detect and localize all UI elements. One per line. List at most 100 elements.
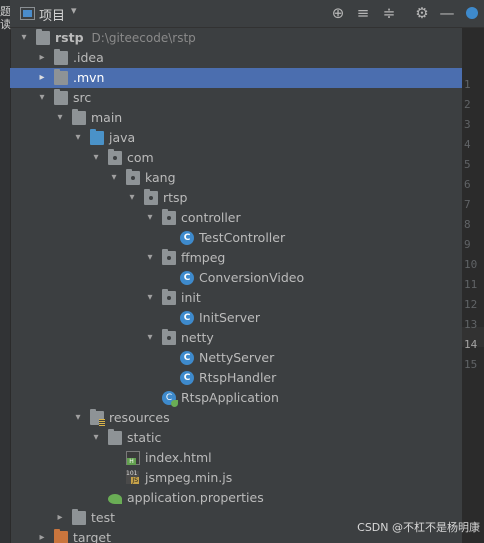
chevron-down-icon[interactable]: ▾ xyxy=(18,28,30,48)
tree-row[interactable]: C TestController xyxy=(10,228,462,248)
tree-row[interactable]: application.properties xyxy=(10,488,462,508)
chevron-down-icon[interactable]: ▾ xyxy=(144,248,156,268)
chevron-down-icon[interactable]: ▾ xyxy=(144,328,156,348)
line-number: 7 xyxy=(464,198,471,211)
tree-row[interactable]: C InitServer xyxy=(10,308,462,328)
chevron-right-icon[interactable]: ▸ xyxy=(36,68,48,88)
tree-item-label: ConversionVideo xyxy=(199,268,304,288)
tree-row[interactable]: ▾ src xyxy=(10,88,462,108)
tree-row[interactable]: ▾ init xyxy=(10,288,462,308)
tree-item-name: netty xyxy=(181,330,214,345)
tree-item-label: target xyxy=(73,528,111,543)
chevron-down-icon[interactable]: ▾ xyxy=(144,288,156,308)
tree-item-name: resources xyxy=(109,410,170,425)
tree-row[interactable]: ▾ rtsp xyxy=(10,188,462,208)
line-number: 11 xyxy=(464,278,478,291)
tree-item-label: src xyxy=(73,88,91,108)
tree-row[interactable]: ▸ .mvn xyxy=(10,68,462,88)
tree-item-label: NettyServer xyxy=(199,348,274,368)
expand-all-icon[interactable]: ≡ xyxy=(354,4,372,22)
chevron-down-icon[interactable]: ▾ xyxy=(72,408,84,428)
minimize-icon[interactable]: — xyxy=(438,4,456,22)
line-number: 14 xyxy=(464,338,478,351)
line-number: 10 xyxy=(464,258,478,271)
tree-item-label: index.html xyxy=(145,448,212,468)
tree-row[interactable]: C ConversionVideo xyxy=(10,268,462,288)
package-dot xyxy=(131,176,135,180)
js-file-icon: 101 xyxy=(126,471,139,484)
tree-item-name: TestController xyxy=(199,230,286,245)
tree-row[interactable]: ▾ controller xyxy=(10,208,462,228)
line-number: 1 xyxy=(464,78,471,91)
tree-item-name: target xyxy=(73,530,112,543)
chevron-down-icon[interactable]: ▾ xyxy=(72,128,84,148)
package-icon xyxy=(126,169,140,185)
package-icon xyxy=(162,289,176,305)
chevron-down-icon[interactable]: ▾ xyxy=(36,88,48,108)
package-icon xyxy=(108,149,122,165)
tree-row[interactable]: 101 jsmpeg.min.js xyxy=(10,468,462,488)
tree-row[interactable]: ▾ resources xyxy=(10,408,462,428)
class-icon: C xyxy=(180,231,194,245)
tree-item-name: ConversionVideo xyxy=(199,270,305,285)
module-folder-icon xyxy=(36,29,50,45)
chevron-down-icon[interactable]: ▾ xyxy=(71,4,77,17)
tree-row[interactable]: ▾ com xyxy=(10,148,462,168)
project-view-title[interactable]: 项目 xyxy=(39,5,65,24)
tree-item-label: test xyxy=(91,508,115,528)
tree-row[interactable]: ▾ static xyxy=(10,428,462,448)
tree-row[interactable]: index.html xyxy=(10,448,462,468)
html-file-icon xyxy=(126,451,140,465)
tree-item-label: com xyxy=(127,148,154,168)
chevron-down-icon[interactable]: ▾ xyxy=(144,208,156,228)
tree-item-name: application.properties xyxy=(127,490,264,505)
tree-item-label: rstp D:\giteecode\rstp xyxy=(55,28,196,48)
tree-row[interactable]: C RtspHandler xyxy=(10,368,462,388)
package-dot xyxy=(167,256,171,260)
line-number: 15 xyxy=(464,358,478,371)
tree-row[interactable]: C NettyServer xyxy=(10,348,462,368)
tree-row[interactable]: ▾ netty xyxy=(10,328,462,348)
tree-row[interactable]: ▾ rstp D:\giteecode\rstp xyxy=(10,28,462,48)
chevron-right-icon[interactable]: ▸ xyxy=(36,528,48,543)
class-file-icon xyxy=(466,7,478,19)
settings-icon[interactable]: ⚙ xyxy=(413,4,431,22)
class-icon: C xyxy=(180,351,194,365)
tree-row[interactable]: ▸ .idea xyxy=(10,48,462,68)
tree-item-label: static xyxy=(127,428,161,448)
chevron-down-icon[interactable]: ▾ xyxy=(90,148,102,168)
tree-row[interactable]: C RtspApplication xyxy=(10,388,462,408)
chevron-down-icon[interactable]: ▾ xyxy=(126,188,138,208)
line-number: 5 xyxy=(464,158,471,171)
project-tree[interactable]: ▾ rstp D:\giteecode\rstp ▸ .idea ▸ .mvn ▾ src ▾ ma… xyxy=(10,28,462,543)
editor-tab[interactable] xyxy=(462,0,484,28)
package-dot xyxy=(167,216,171,220)
tree-item-name: .mvn xyxy=(73,70,105,85)
tree-item-label: RtspHandler xyxy=(199,368,276,388)
tree-item-label: resources xyxy=(109,408,170,428)
strip-char-2: 读 xyxy=(0,18,11,31)
properties-file-icon xyxy=(108,494,122,504)
chevron-down-icon[interactable]: ▾ xyxy=(54,108,66,128)
collapse-all-icon[interactable]: ≑ xyxy=(380,4,398,22)
editor-gutter: 1 2 3 4 5 6 7 8 9 10 11 12 13 14 15 xyxy=(462,0,484,543)
chevron-right-icon[interactable]: ▸ xyxy=(54,508,66,528)
tree-item-name: main xyxy=(91,110,123,125)
chevron-right-icon[interactable]: ▸ xyxy=(36,48,48,68)
line-number: 2 xyxy=(464,98,471,111)
chevron-down-icon[interactable]: ▾ xyxy=(90,428,102,448)
module-path: D:\giteecode\rstp xyxy=(91,31,196,45)
source-folder-icon xyxy=(90,129,104,145)
class-icon: C xyxy=(180,371,194,385)
chevron-down-icon[interactable]: ▾ xyxy=(108,168,120,188)
excluded-folder-icon xyxy=(54,529,68,543)
tree-row[interactable]: ▾ java xyxy=(10,128,462,148)
tree-row[interactable]: ▾ kang xyxy=(10,168,462,188)
tree-row[interactable]: ▾ ffmpeg xyxy=(10,248,462,268)
tree-item-label: ffmpeg xyxy=(181,248,225,268)
tree-item-name: init xyxy=(181,290,201,305)
folder-icon xyxy=(108,429,122,445)
project-panel-header: 项目 ▾ ⊕ ≡ ≑ ⚙ — xyxy=(10,0,462,28)
tree-row[interactable]: ▾ main xyxy=(10,108,462,128)
target-icon[interactable]: ⊕ xyxy=(329,4,347,22)
